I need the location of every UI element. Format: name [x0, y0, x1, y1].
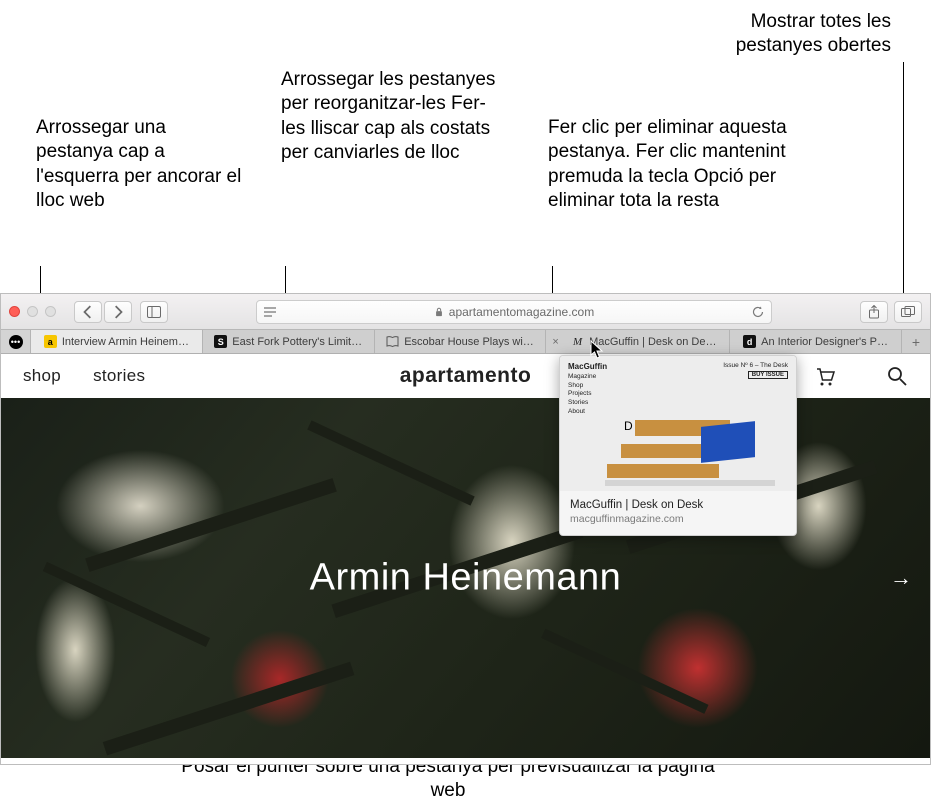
tab-1-title: East Fork Pottery's Limit…	[232, 336, 362, 348]
cart-icon[interactable]	[814, 365, 836, 387]
chevron-right-icon	[111, 305, 125, 319]
tab-4-title: An Interior Designer's P…	[761, 336, 888, 348]
book-icon	[386, 335, 399, 348]
sidebar-icon	[147, 305, 161, 319]
back-button[interactable]	[74, 301, 102, 323]
preview-mini-link-3: Stories	[568, 399, 607, 408]
preview-thumbnail: MacGuffin Magazine Shop Projects Stories…	[560, 356, 796, 491]
chevron-left-icon	[81, 305, 95, 319]
reader-button[interactable]	[263, 305, 277, 319]
show-all-tabs-button[interactable]	[894, 301, 922, 323]
pinned-tab-favicon: •••	[9, 335, 23, 349]
preview-mini-link-4: About	[568, 408, 607, 417]
nav-buttons	[74, 301, 132, 323]
toolbar-right	[860, 301, 922, 323]
tab-0-title: Interview Armin Heinem…	[62, 336, 189, 348]
preview-title: MacGuffin | Desk on Desk	[570, 499, 786, 511]
hero-next-arrow[interactable]: →	[890, 565, 912, 591]
hero-title: Armin Heinemann	[310, 557, 622, 600]
pinned-tab[interactable]: •••	[1, 330, 31, 353]
brand-logo[interactable]: apartamento	[400, 364, 532, 388]
tab-hover-preview: MacGuffin Magazine Shop Projects Stories…	[559, 355, 797, 536]
tab-2-title: Escobar House Plays wi…	[404, 336, 534, 348]
preview-mini-link-0: Magazine	[568, 373, 607, 382]
window-minimize-button[interactable]	[27, 306, 38, 317]
new-tab-button[interactable]: +	[902, 330, 930, 353]
mouse-cursor-icon	[590, 340, 604, 360]
preview-illustration	[615, 420, 765, 482]
callout-showall: Mostrar totes les pestanyes obertes	[681, 10, 891, 59]
tabs-overview-icon	[901, 305, 915, 319]
tab-close-button[interactable]: ×	[552, 337, 562, 347]
tab-0[interactable]: a Interview Armin Heinem…	[31, 330, 203, 353]
preview-caption: MacGuffin | Desk on Desk macguffinmagazi…	[560, 491, 796, 535]
address-bar[interactable]: apartamentomagazine.com	[256, 300, 772, 324]
window-controls	[9, 306, 56, 317]
reader-icon	[263, 306, 277, 318]
tab-1[interactable]: S East Fork Pottery's Limit…	[203, 330, 375, 353]
search-icon[interactable]	[886, 365, 908, 387]
window-close-button[interactable]	[9, 306, 20, 317]
forward-button[interactable]	[104, 301, 132, 323]
share-button[interactable]	[860, 301, 888, 323]
reload-icon[interactable]	[751, 305, 765, 319]
preview-mini-brand: MacGuffin	[568, 362, 607, 373]
lock-icon	[434, 307, 444, 317]
nav-shop[interactable]: shop	[23, 366, 61, 386]
sidebar-button[interactable]	[140, 301, 168, 323]
tab-3[interactable]: × M MacGuffin | Desk on De…	[546, 330, 730, 353]
address-url: apartamentomagazine.com	[449, 305, 594, 319]
nav-stories[interactable]: stories	[93, 366, 145, 386]
tab-4-favicon: d	[743, 335, 756, 348]
preview-mini-link-1: Shop	[568, 382, 607, 391]
page-content: shop stories apartamento Armin Heinemann…	[1, 354, 930, 764]
preview-url: macguffinmagazine.com	[570, 513, 786, 525]
window-maximize-button[interactable]	[45, 306, 56, 317]
safari-window: apartamentomagazine.com ••• a Interview …	[0, 293, 931, 765]
tab-1-favicon: S	[214, 335, 227, 348]
tab-2[interactable]: Escobar House Plays wi…	[375, 330, 547, 353]
tab-4[interactable]: d An Interior Designer's P…	[730, 330, 902, 353]
tab-3-favicon: M	[571, 335, 584, 348]
tab-3-title: MacGuffin | Desk on De…	[589, 336, 716, 348]
preview-mini-link-2: Projects	[568, 390, 607, 399]
toolbar: apartamentomagazine.com	[1, 294, 930, 330]
callout-close: Fer clic per eliminar aquesta pestanya. …	[548, 116, 818, 213]
tab-bar: ••• a Interview Armin Heinem… S East For…	[1, 330, 930, 354]
preview-mini-issue: Issue Nº 6 – The Desk	[723, 362, 788, 369]
callout-pin: Arrossegar una pestanya cap a l'esquerra…	[36, 116, 246, 213]
tab-0-favicon: a	[44, 335, 57, 348]
share-icon	[867, 305, 881, 319]
preview-mini-buy: BUY ISSUE	[748, 371, 788, 379]
callout-reorder: Arrossegar les pestanyes per reorganitza…	[281, 68, 501, 165]
callout-showall-line	[903, 62, 904, 305]
